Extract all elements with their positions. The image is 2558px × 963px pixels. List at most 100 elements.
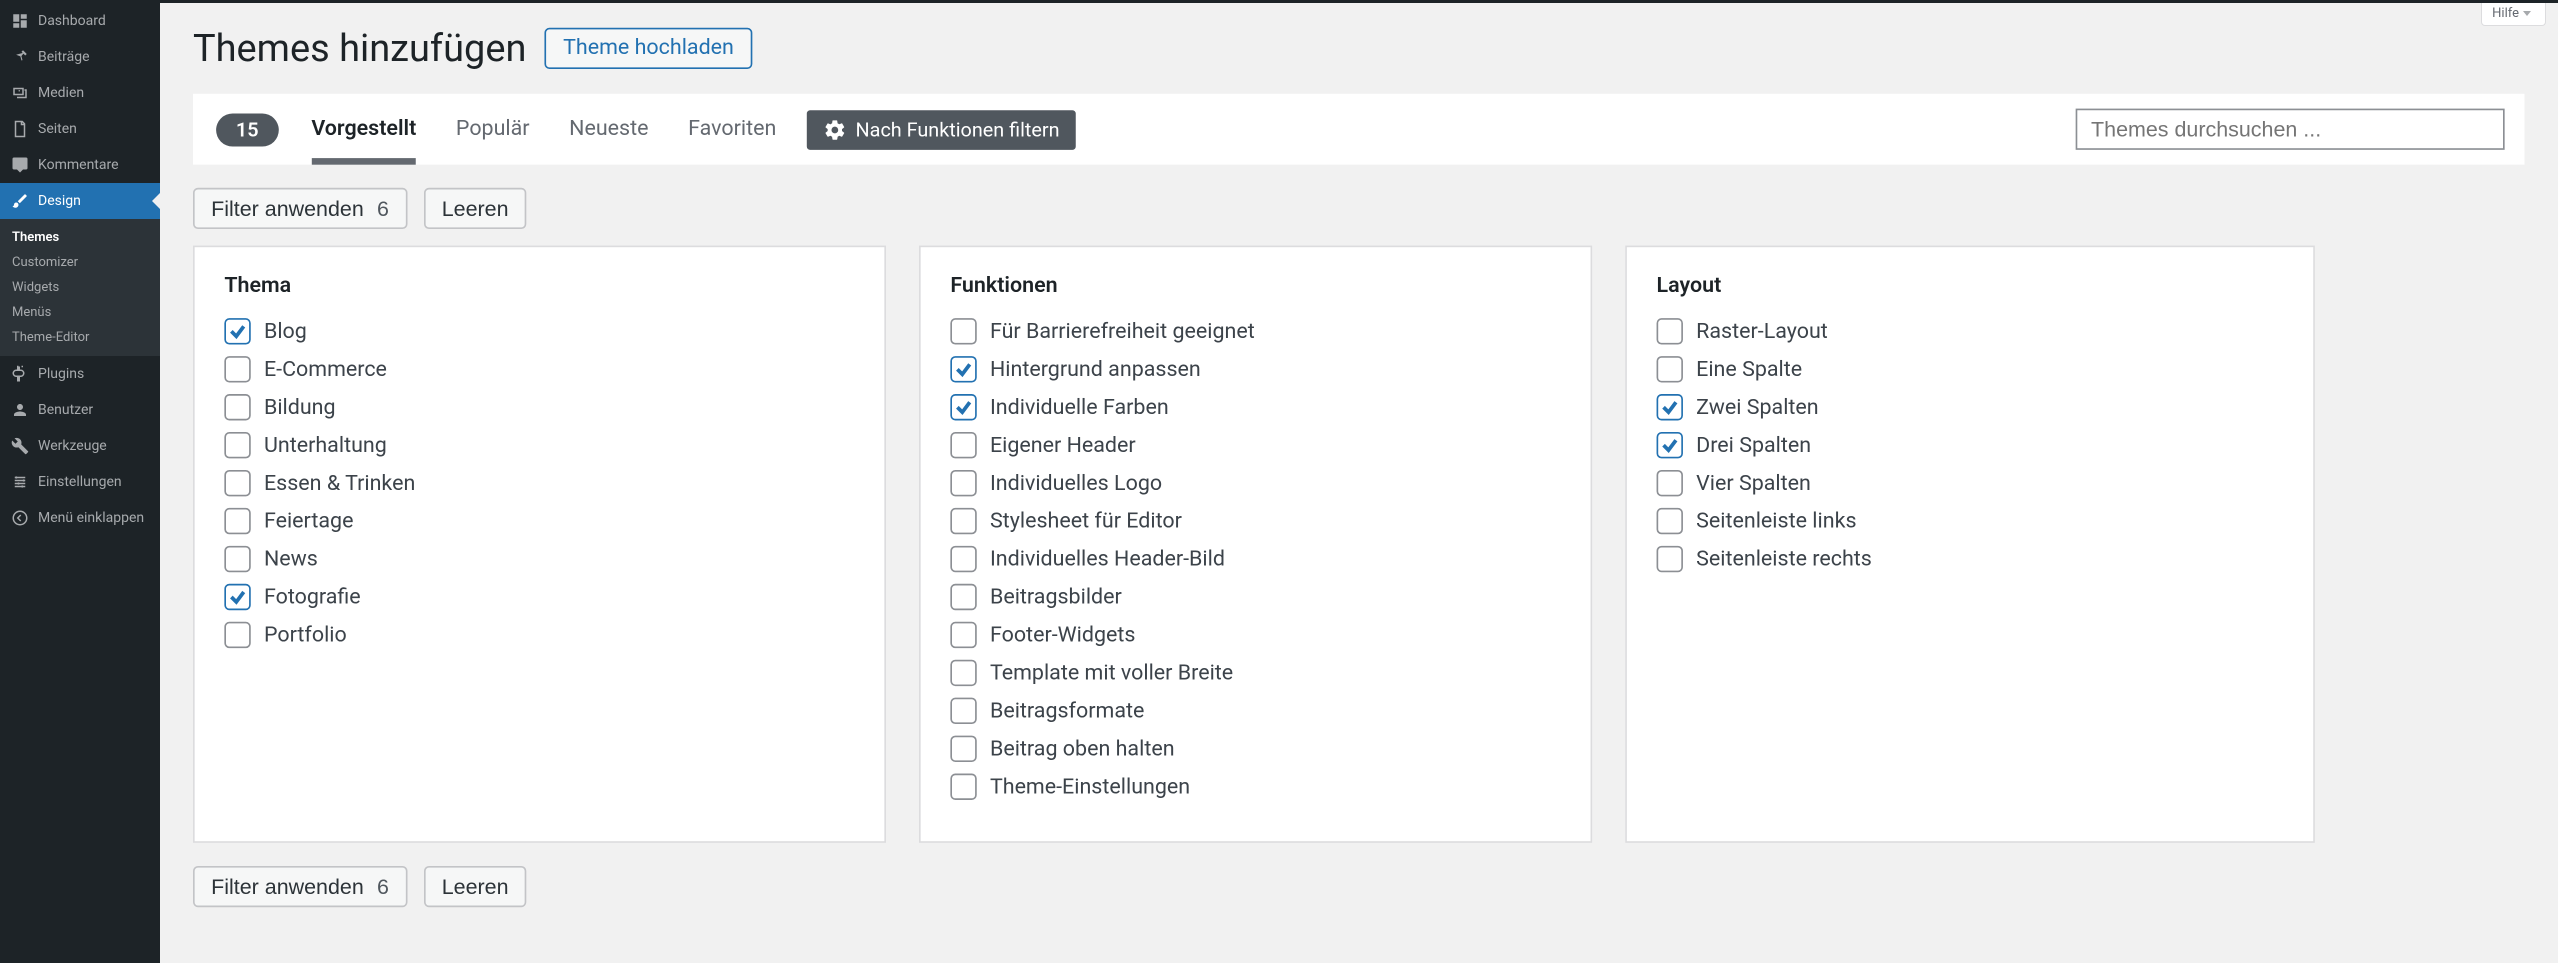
sidebar-item-werkzeuge[interactable]: Werkzeuge [0,428,160,464]
checkbox[interactable] [224,546,250,572]
checkbox[interactable] [224,584,250,610]
apply-filters-button[interactable]: Filter anwenden 6 [193,188,407,229]
filter-option[interactable]: Eine Spalte [1657,356,2284,382]
theme-count-badge: 15 [216,113,278,146]
checkbox[interactable] [950,622,976,648]
upload-theme-button[interactable]: Theme hochladen [545,28,752,69]
submenu-item-theme-editor[interactable]: Theme-Editor [0,325,160,350]
filter-option[interactable]: Für Barrierefreiheit geeignet [950,318,1561,344]
filter-option[interactable]: Feiertage [224,508,854,534]
checkbox[interactable] [950,318,976,344]
checkbox[interactable] [1657,470,1683,496]
checkbox[interactable] [950,698,976,724]
user-icon [10,400,30,420]
filter-option[interactable]: Fotografie [224,584,854,610]
filter-option-label: Beitragsbilder [990,585,1122,610]
filter-option[interactable]: Beitrag oben halten [950,736,1561,762]
checkbox[interactable] [224,394,250,420]
filter-option[interactable]: Bildung [224,394,854,420]
filter-option-label: Footer-Widgets [990,623,1136,648]
sidebar-item-design[interactable]: Design [0,183,160,219]
filter-option-label: Theme-Einstellungen [990,774,1190,799]
checkbox[interactable] [224,508,250,534]
feature-filter-button[interactable]: Nach Funktionen filtern [806,109,1076,149]
checkbox[interactable] [1657,508,1683,534]
filter-tab-populär[interactable]: Populär [456,94,530,165]
filter-option-label: Zwei Spalten [1696,395,1819,420]
filter-option-label: Individuelle Farben [990,395,1169,420]
filter-option[interactable]: Beitragsbilder [950,584,1561,610]
checkbox[interactable] [224,470,250,496]
page-title: Themes hinzufügen [193,20,526,71]
filter-option[interactable]: Drei Spalten [1657,432,2284,458]
checkbox[interactable] [950,774,976,800]
filter-option[interactable]: Theme-Einstellungen [950,774,1561,800]
sidebar-item-kommentare[interactable]: Kommentare [0,147,160,183]
sidebar-item-dashboard[interactable]: Dashboard [0,3,160,39]
checkbox[interactable] [950,508,976,534]
checkbox[interactable] [950,356,976,382]
sidebar-item-einstellungen[interactable]: Einstellungen [0,464,160,500]
checkbox[interactable] [1657,394,1683,420]
checkbox[interactable] [950,660,976,686]
submenu-item-menüs[interactable]: Menüs [0,300,160,325]
filter-option[interactable]: Zwei Spalten [1657,394,2284,420]
checkbox[interactable] [950,394,976,420]
filter-option-label: Raster-Layout [1696,319,1828,344]
checkbox[interactable] [224,432,250,458]
search-input[interactable] [2076,109,2505,150]
filter-option-label: Individuelles Logo [990,471,1162,496]
checkbox[interactable] [1657,356,1683,382]
filter-tab-neueste[interactable]: Neueste [569,94,648,165]
submenu-item-themes[interactable]: Themes [0,225,160,250]
filter-tab-vorgestellt[interactable]: Vorgestellt [311,94,416,165]
filter-option[interactable]: E-Commerce [224,356,854,382]
checkbox[interactable] [1657,318,1683,344]
checkbox[interactable] [950,584,976,610]
checkbox[interactable] [224,318,250,344]
filter-option[interactable]: Blog [224,318,854,344]
sidebar-item-medien[interactable]: Medien [0,75,160,111]
sidebar-item-benutzer[interactable]: Benutzer [0,392,160,428]
checkbox[interactable] [950,470,976,496]
clear-filters-button[interactable]: Leeren [424,188,527,229]
checkbox[interactable] [1657,432,1683,458]
sidebar-item-plugins[interactable]: Plugins [0,356,160,392]
filter-option[interactable]: Vier Spalten [1657,470,2284,496]
filter-option[interactable]: Portfolio [224,622,854,648]
search-box [2076,109,2505,150]
filter-option[interactable]: Individuelles Header-Bild [950,546,1561,572]
filter-option[interactable]: News [224,546,854,572]
filter-option[interactable]: Essen & Trinken [224,470,854,496]
checkbox[interactable] [1657,546,1683,572]
submenu-item-customizer[interactable]: Customizer [0,250,160,275]
filter-option[interactable]: Raster-Layout [1657,318,2284,344]
filter-option[interactable]: Seitenleiste rechts [1657,546,2284,572]
filter-option[interactable]: Stylesheet für Editor [950,508,1561,534]
page-icon [10,119,30,139]
checkbox[interactable] [224,622,250,648]
sidebar-item-seiten[interactable]: Seiten [0,111,160,147]
filter-option[interactable]: Individuelle Farben [950,394,1561,420]
filter-option[interactable]: Seitenleiste links [1657,508,2284,534]
filter-option[interactable]: Hintergrund anpassen [950,356,1561,382]
chevron-down-icon [2523,11,2531,16]
filter-option[interactable]: Beitragsformate [950,698,1561,724]
checkbox[interactable] [224,356,250,382]
filter-tab-favoriten[interactable]: Favoriten [688,94,776,165]
submenu-item-widgets[interactable]: Widgets [0,275,160,300]
sidebar-item-menü-einklappen[interactable]: Menü einklappen [0,500,160,536]
apply-filters-button-bottom[interactable]: Filter anwenden 6 [193,866,407,907]
help-tab[interactable]: Hilfe [2481,3,2546,26]
filter-option[interactable]: Template mit voller Breite [950,660,1561,686]
main-content: Hilfe Themes hinzufügen Theme hochladen … [160,3,2558,963]
clear-filters-button-bottom[interactable]: Leeren [424,866,527,907]
sidebar-item-beiträge[interactable]: Beiträge [0,39,160,75]
filter-option[interactable]: Unterhaltung [224,432,854,458]
checkbox[interactable] [950,432,976,458]
filter-option[interactable]: Eigener Header [950,432,1561,458]
filter-option[interactable]: Footer-Widgets [950,622,1561,648]
checkbox[interactable] [950,736,976,762]
checkbox[interactable] [950,546,976,572]
filter-option[interactable]: Individuelles Logo [950,470,1561,496]
